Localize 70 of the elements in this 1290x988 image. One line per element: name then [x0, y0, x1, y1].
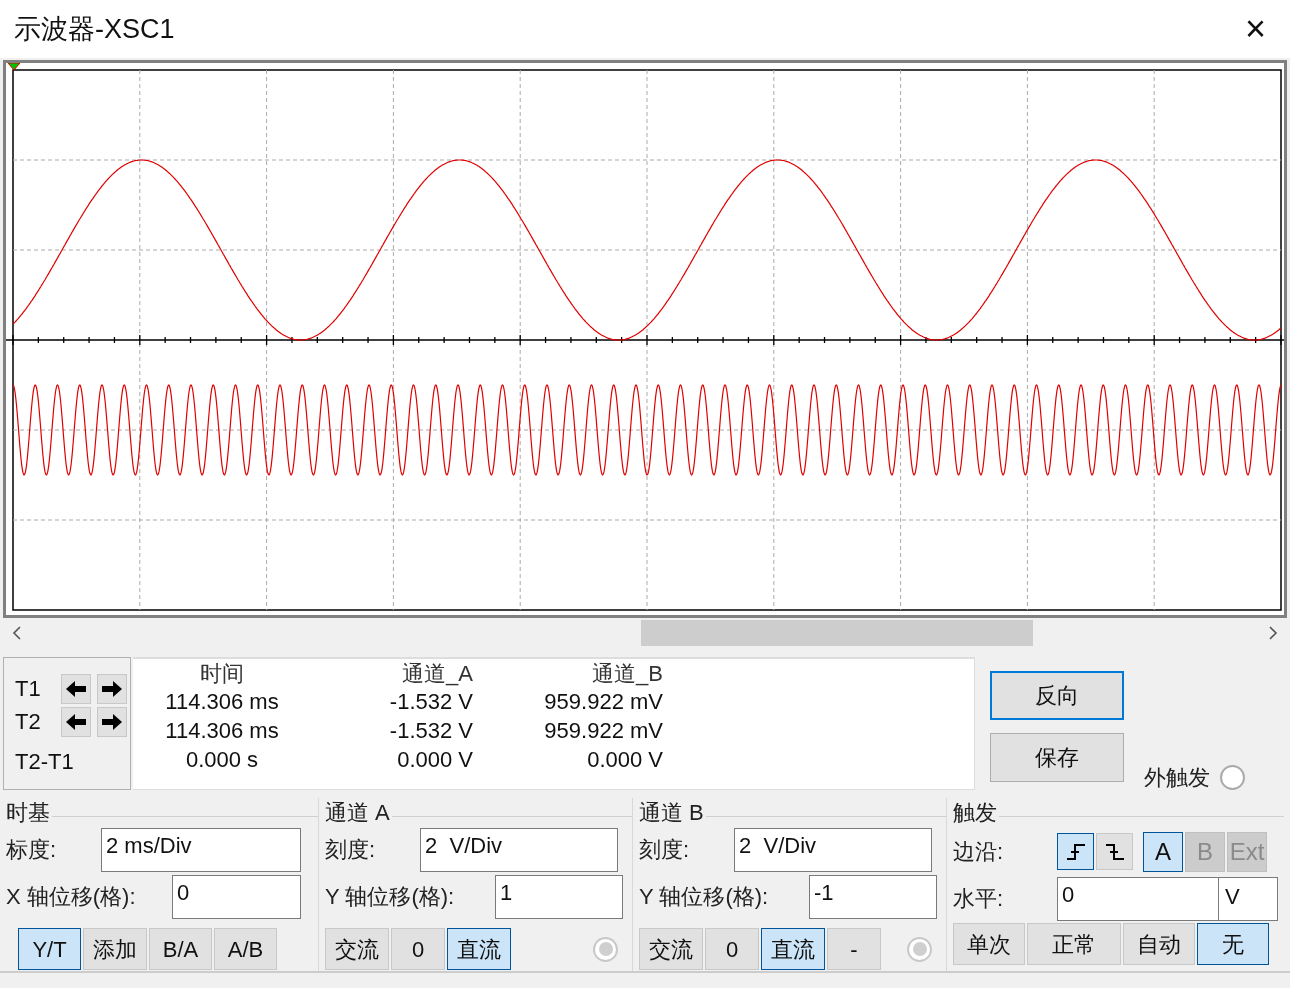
group-title: 时基: [6, 798, 50, 827]
coupling-button[interactable]: 直流: [447, 928, 511, 970]
trigger-mode-button[interactable]: 自动: [1123, 923, 1195, 965]
readout-cell-text: 0.000 V: [396, 746, 473, 774]
readout-cell-text: -1.532 V: [388, 688, 473, 716]
trigger-mode-button[interactable]: 正常: [1027, 923, 1121, 965]
coupling-button[interactable]: 0: [391, 928, 445, 970]
close-button[interactable]: ×: [1244, 11, 1266, 47]
source-button[interactable]: A: [1143, 831, 1183, 872]
save-button[interactable]: 保存: [990, 733, 1124, 782]
right-arrow-icon: [101, 680, 123, 698]
column-header: 时间: [199, 661, 245, 687]
input-field[interactable]: 1: [495, 874, 623, 919]
radio-button[interactable]: [1220, 765, 1245, 790]
column-header: 通道_B: [591, 661, 663, 687]
falling-edge-button[interactable]: [1096, 833, 1133, 870]
coupling-button[interactable]: 交流: [639, 928, 703, 970]
readout-cell-text: 959.922 mV: [543, 717, 663, 745]
input-field[interactable]: 2 V/Div: [734, 827, 932, 872]
cursor-label: T2-T1: [15, 748, 75, 776]
trigger-mode-button[interactable]: 单次: [953, 923, 1025, 965]
cursor-marker[interactable]: [7, 63, 21, 71]
left-arrow-icon: [65, 680, 87, 698]
readout-cell-text: 0.000 V: [586, 746, 663, 774]
coupling-button[interactable]: 直流: [761, 928, 825, 970]
column-header: 通道_A: [401, 661, 473, 687]
radio-button[interactable]: [907, 936, 932, 962]
coupling-button[interactable]: 0: [705, 928, 759, 970]
coupling-button[interactable]: -: [827, 928, 881, 970]
readout-cell-text: 114.306 ms: [164, 688, 280, 716]
group-title: 通道 A: [325, 798, 390, 827]
left-arrow-icon: [65, 713, 87, 731]
field-label: 刻度:: [639, 836, 691, 864]
trigger-mode-button[interactable]: 无: [1197, 923, 1269, 965]
field-label: X 轴位移(格):: [6, 883, 137, 911]
input-field[interactable]: 2 ms/Div: [101, 827, 301, 872]
readout-cell-text: 959.922 mV: [543, 688, 663, 716]
mode-button[interactable]: Y/T: [18, 928, 81, 970]
group-title: 通道 B: [639, 798, 704, 827]
reverse-button[interactable]: 反向: [990, 671, 1124, 720]
rising-edge-button[interactable]: [1057, 833, 1094, 870]
input-field[interactable]: 0: [172, 874, 301, 919]
cursor-right-button[interactable]: [97, 707, 127, 737]
group-title: 触发: [953, 798, 997, 827]
radio-button[interactable]: [593, 936, 618, 962]
readout-cell-text: -1.532 V: [388, 717, 473, 745]
field-label: 刻度:: [325, 836, 377, 864]
coupling-button[interactable]: 交流: [325, 928, 389, 970]
cursor-left-button[interactable]: [61, 707, 91, 737]
cursor-right-button[interactable]: [97, 674, 127, 704]
mode-button[interactable]: A/B: [214, 928, 277, 970]
input-field[interactable]: -1: [809, 874, 937, 919]
cursor-label: T2: [15, 708, 42, 736]
readout-cell-text: 0.000 s: [184, 746, 260, 774]
mode-button[interactable]: 添加: [83, 928, 147, 970]
input-field[interactable]: 0: [1057, 876, 1219, 921]
cursor-label: T1: [15, 675, 42, 703]
radio-label: 外触发: [1144, 764, 1210, 792]
field-label: 边沿:: [953, 838, 1005, 866]
field-label: 标度:: [6, 836, 58, 864]
field-label: 水平:: [953, 885, 1005, 913]
field-label: Y 轴位移(格):: [639, 883, 770, 911]
right-arrow-icon: [101, 713, 123, 731]
cursor-left-button[interactable]: [61, 674, 91, 704]
input-field[interactable]: 2 V/Div: [420, 827, 618, 872]
window-title: 示波器-XSC1: [14, 12, 175, 46]
unit-field[interactable]: V: [1219, 876, 1278, 921]
readout-cell-text: 114.306 ms: [164, 717, 280, 745]
field-label: Y 轴位移(格):: [325, 883, 456, 911]
mode-button[interactable]: B/A: [149, 928, 212, 970]
